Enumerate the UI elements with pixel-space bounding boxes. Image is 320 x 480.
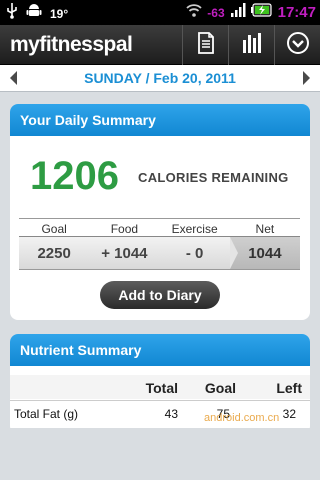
daily-summary-card: Your Daily Summary 1206 CALORIES REMAINI… — [10, 104, 310, 320]
signal-bars-icon — [230, 2, 246, 23]
reports-button[interactable] — [228, 25, 274, 65]
food-value: + 1044 — [101, 245, 148, 262]
status-left: 19° — [6, 3, 68, 24]
exercise-column-header: Exercise — [171, 222, 218, 236]
signal-strength-text: -63 — [207, 5, 225, 20]
date-label[interactable]: SUNDAY / Feb 20, 2011 — [0, 70, 320, 86]
date-navigation: SUNDAY / Feb 20, 2011 — [0, 65, 320, 92]
goal-column-header: Goal — [204, 380, 236, 396]
calorie-equation-table: Goal Food Exercise Net 2250 + 1044 - 0 1… — [19, 218, 300, 270]
nutrient-total: 43 — [164, 407, 178, 421]
bar-chart-icon — [241, 32, 263, 59]
status-bar: 19° -63 17:47 — [0, 0, 320, 25]
diary-button[interactable] — [182, 25, 228, 65]
nutrient-table-header: Total Goal Left — [10, 375, 310, 399]
daily-summary-title: Your Daily Summary — [10, 104, 310, 136]
net-value: 1044 — [229, 237, 300, 269]
food-column-header: Food — [110, 222, 139, 236]
goal-column-header: Goal — [41, 222, 67, 236]
dropdown-icon — [286, 31, 310, 60]
calories-remaining-label: CALORIES REMAINING — [138, 170, 289, 185]
exercise-value: - 0 — [185, 245, 204, 262]
calorie-equation-values: 2250 + 1044 - 0 1044 — [19, 236, 300, 270]
document-icon — [197, 31, 215, 59]
add-to-diary-button[interactable]: Add to Diary — [100, 281, 220, 309]
left-column-header: Left — [276, 380, 302, 396]
temperature-text: 19° — [50, 6, 69, 21]
app-header: myfitnesspal — [0, 25, 320, 65]
next-day-arrow-icon[interactable] — [303, 71, 310, 85]
menu-dropdown-button[interactable] — [274, 25, 320, 65]
nutrient-left: 32 — [282, 407, 296, 421]
wifi-icon — [186, 2, 202, 23]
total-column-header: Total — [145, 380, 178, 396]
watermark-text: android.com.cn — [204, 412, 280, 424]
net-column-header: Net — [255, 222, 275, 236]
calories-remaining-value: 1206 — [30, 154, 119, 198]
status-right: -63 17:47 — [186, 2, 316, 23]
usb-icon — [6, 3, 18, 24]
screen-bottom-area — [0, 428, 320, 480]
goal-value: 2250 — [37, 245, 71, 262]
battery-icon — [250, 3, 273, 22]
app-logo: myfitnesspal — [10, 33, 133, 56]
nutrient-name: Total Fat (g) — [14, 407, 79, 421]
calorie-equation-header: Goal Food Exercise Net — [19, 218, 300, 236]
android-icon — [26, 3, 42, 24]
nutrient-summary-title: Nutrient Summary — [10, 334, 310, 366]
clock-text: 17:47 — [277, 4, 316, 21]
